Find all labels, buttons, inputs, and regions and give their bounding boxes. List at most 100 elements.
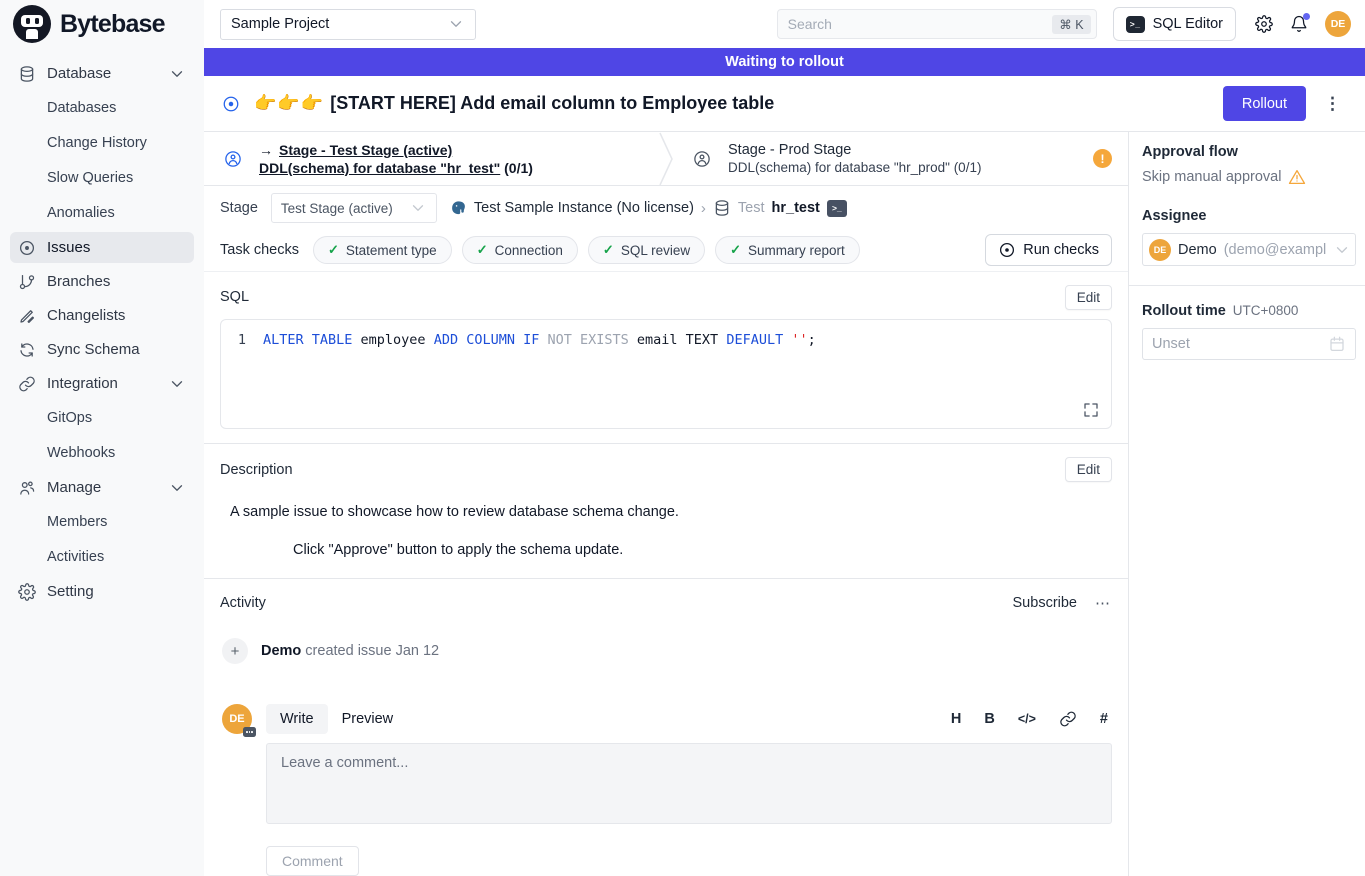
rollout-button[interactable]: Rollout xyxy=(1223,86,1306,121)
bold-icon[interactable]: B xyxy=(984,711,994,727)
stage-task-count: (0/1) xyxy=(504,160,533,176)
stage-select[interactable]: Test Stage (active) xyxy=(271,193,437,223)
comment-tabs: Write Preview H B </> # xyxy=(266,704,1112,734)
sidebar-item-changelists[interactable]: Changelists xyxy=(10,300,194,331)
code-icon[interactable]: </> xyxy=(1018,712,1036,726)
check-pass-icon: ✓ xyxy=(730,242,741,258)
sidebar-item-sync-schema[interactable]: Sync Schema xyxy=(10,334,194,365)
check-pass-icon: ✓ xyxy=(328,242,339,258)
sidebar-item-activities[interactable]: Activities xyxy=(10,541,194,572)
issue-icon xyxy=(18,239,36,257)
sidebar-item-gitops[interactable]: GitOps xyxy=(10,402,194,433)
sidebar-item-webhooks[interactable]: Webhooks xyxy=(10,437,194,468)
database-icon xyxy=(18,65,36,83)
task-checks-row: Task checks ✓Statement type ✓Connection … xyxy=(204,230,1128,271)
sidebar-item-databases[interactable]: Databases xyxy=(10,92,194,123)
stage-title: Stage - Prod Stage xyxy=(728,142,981,158)
open-sql-editor-icon[interactable]: >_ xyxy=(827,200,847,217)
chevron-down-icon xyxy=(447,15,465,33)
rollout-time-picker[interactable]: Unset xyxy=(1142,328,1356,360)
activity-overflow-icon[interactable]: ⋯ xyxy=(1095,594,1112,612)
check-pass-icon: ✓ xyxy=(603,242,614,258)
sidebar-item-change-history[interactable]: Change History xyxy=(10,127,194,158)
description-label: Description xyxy=(220,462,293,478)
gear-icon xyxy=(18,583,36,601)
gear-icon[interactable] xyxy=(1255,15,1273,33)
search-input[interactable] xyxy=(788,16,1053,32)
sidebar-item-branches[interactable]: Branches xyxy=(10,266,194,297)
user-avatar[interactable]: DE xyxy=(1325,11,1351,37)
sql-label: SQL xyxy=(220,289,249,305)
tab-write[interactable]: Write xyxy=(266,704,328,734)
stage-card-prod[interactable]: Stage - Prod Stage DDL(schema) for datab… xyxy=(673,132,1128,185)
project-select-value: Sample Project xyxy=(231,16,329,32)
link-icon[interactable] xyxy=(1059,710,1077,728)
stage-task: DDL(schema) for database "hr_prod" (0/1) xyxy=(728,160,981,175)
sidebar-item-database[interactable]: Database xyxy=(10,58,194,89)
timezone-label: UTC+0800 xyxy=(1233,303,1299,318)
sql-edit-button[interactable]: Edit xyxy=(1065,285,1112,310)
stage-label: Stage xyxy=(220,200,258,216)
description-edit-button[interactable]: Edit xyxy=(1065,457,1112,482)
hash-icon[interactable]: # xyxy=(1100,711,1108,727)
check-sql-review[interactable]: ✓SQL review xyxy=(588,236,705,264)
check-statement-type[interactable]: ✓Statement type xyxy=(313,236,452,264)
bytebase-logo-icon xyxy=(13,5,51,43)
topbar: Sample Project ⌘ K >_ SQL Editor DE xyxy=(204,0,1365,48)
database-breadcrumb: Test Sample Instance (No license) › Test… xyxy=(450,199,847,217)
subscribe-button[interactable]: Subscribe xyxy=(1013,595,1077,611)
sidebar-item-setting[interactable]: Setting xyxy=(10,576,194,607)
stage-select-row: Stage Test Stage (active) Test Sample In… xyxy=(204,186,1128,230)
tab-preview[interactable]: Preview xyxy=(328,704,408,734)
instance-name[interactable]: Test Sample Instance (No license) xyxy=(474,200,694,216)
project-select[interactable]: Sample Project xyxy=(220,9,476,40)
line-number: 1 xyxy=(221,332,263,348)
check-pass-icon: ✓ xyxy=(477,242,488,258)
stage-card-test[interactable]: →Stage - Test Stage (active) DDL(schema)… xyxy=(204,132,659,185)
sidebar-item-anomalies[interactable]: Anomalies xyxy=(10,197,194,228)
sql-editor-button[interactable]: >_ SQL Editor xyxy=(1113,7,1236,41)
sync-icon xyxy=(18,341,36,359)
assignee-avatar: DE xyxy=(1149,239,1171,261)
activity-item: + Democreated issue Jan 12 xyxy=(204,612,1128,664)
sql-code-block[interactable]: 1ALTER TABLE employee ADD COLUMN IF NOT … xyxy=(220,319,1112,429)
search-shortcut: ⌘ K xyxy=(1052,15,1090,34)
database-icon xyxy=(713,199,731,217)
page-title: 👉👉👉[START HERE] Add email column to Empl… xyxy=(254,93,774,114)
sidebar-item-slow-queries[interactable]: Slow Queries xyxy=(10,162,194,193)
comment-input[interactable] xyxy=(266,743,1112,824)
heading-icon[interactable]: H xyxy=(951,711,961,727)
description-section-header: Description Edit xyxy=(204,444,1128,482)
environment-name: Test xyxy=(738,200,765,216)
changelist-icon xyxy=(18,307,36,325)
search-box[interactable]: ⌘ K xyxy=(777,9,1097,39)
kebab-menu-icon[interactable]: ⋮ xyxy=(1320,94,1345,114)
brand-logo[interactable]: Bytebase xyxy=(0,0,204,48)
status-banner: Waiting to rollout xyxy=(204,48,1365,76)
app-window: Bytebase Database Databases Change Histo… xyxy=(0,0,1365,876)
database-name[interactable]: hr_test xyxy=(772,200,820,216)
description-text: Click "Approve" button to apply the sche… xyxy=(293,542,1112,558)
sidebar: Bytebase Database Databases Change Histo… xyxy=(0,0,204,876)
bell-icon[interactable] xyxy=(1290,15,1308,33)
assignee-select[interactable]: DE Demo (demo@example xyxy=(1142,233,1356,266)
link-icon xyxy=(18,375,36,393)
stage-separator xyxy=(659,132,673,185)
chevron-down-icon xyxy=(1333,241,1351,259)
run-checks-button[interactable]: Run checks xyxy=(985,234,1112,266)
chevron-down-icon xyxy=(168,375,186,393)
assignee-label: Assignee xyxy=(1142,208,1356,224)
check-summary-report[interactable]: ✓Summary report xyxy=(715,236,860,264)
sidebar-item-members[interactable]: Members xyxy=(10,506,194,537)
sidebar-item-integration[interactable]: Integration xyxy=(10,368,194,399)
sidebar-item-manage[interactable]: Manage xyxy=(10,472,194,503)
divider xyxy=(1129,285,1365,286)
expand-icon[interactable] xyxy=(1082,401,1100,419)
approver-icon xyxy=(689,150,715,168)
comment-button[interactable]: Comment xyxy=(266,846,359,876)
sidebar-item-issues[interactable]: Issues xyxy=(10,232,194,263)
sidebar-item-label: Database xyxy=(47,65,111,82)
sidebar-nav: Database Databases Change History Slow Q… xyxy=(0,48,204,607)
issue-sidebar: Approval flow Skip manual approval Assig… xyxy=(1128,132,1365,876)
check-connection[interactable]: ✓Connection xyxy=(462,236,578,264)
